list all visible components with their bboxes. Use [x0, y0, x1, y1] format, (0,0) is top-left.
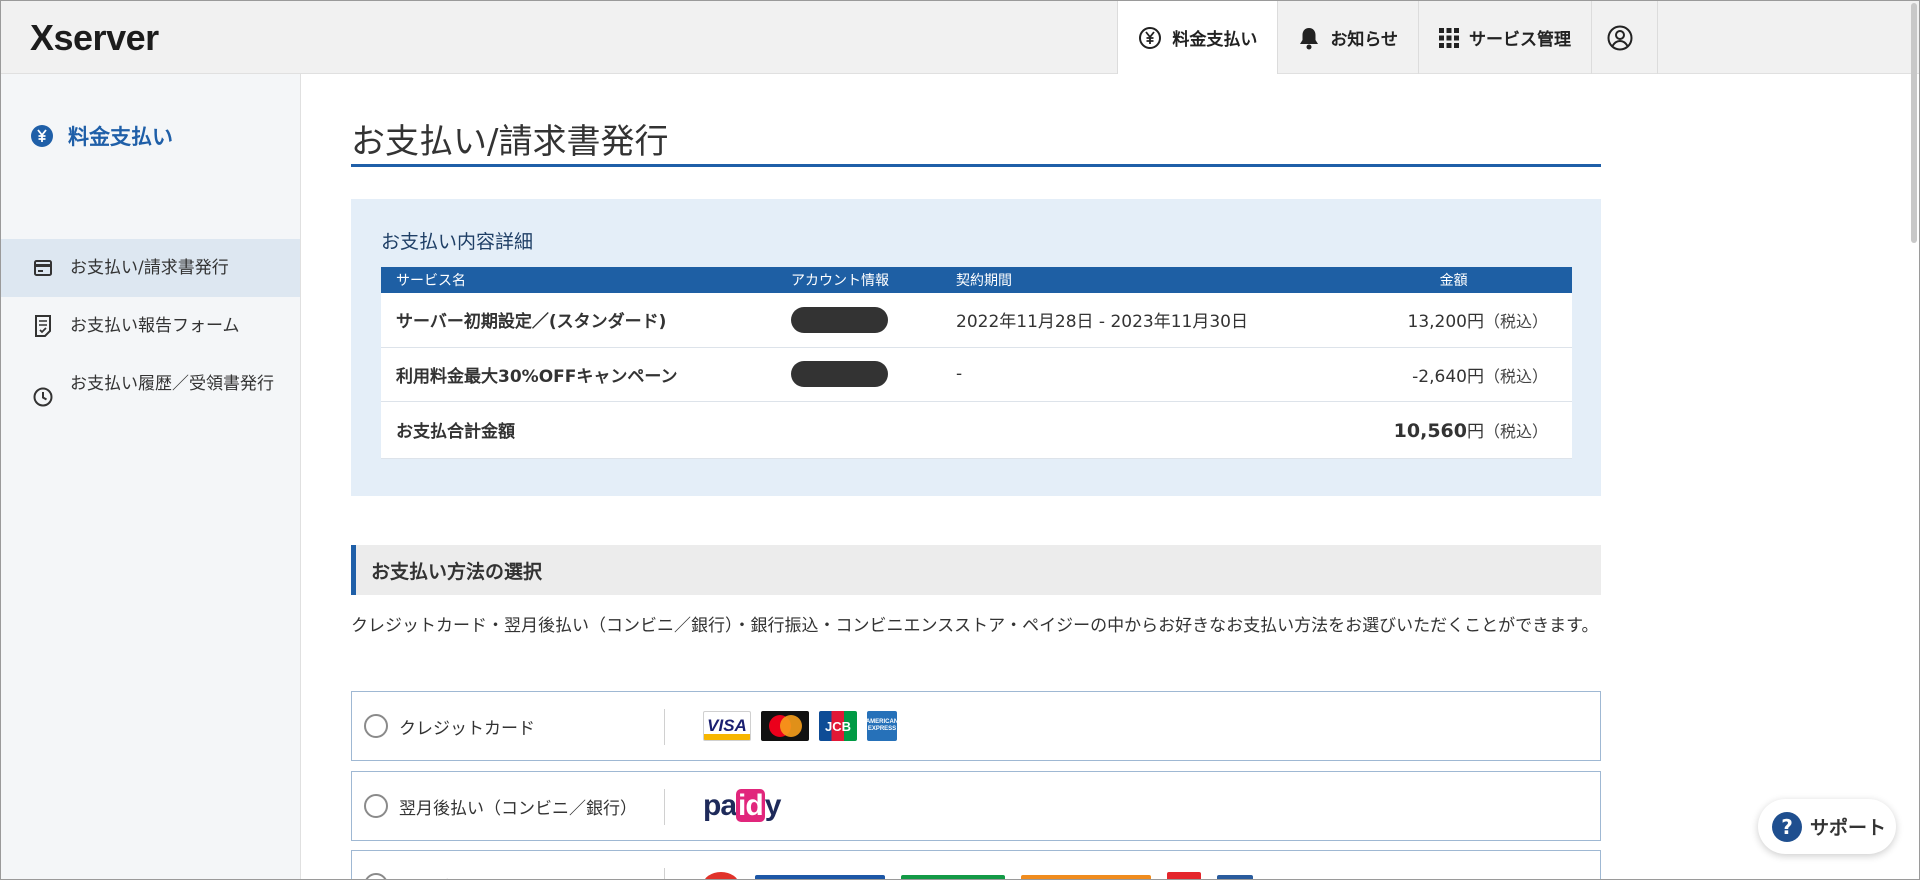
scrollbar-thumb[interactable]	[1911, 3, 1917, 243]
nav-spacer	[1657, 1, 1919, 74]
tax-note: （税込）	[1483, 312, 1548, 332]
sidebar-item-payment-invoice[interactable]: お支払い/請求書発行	[1, 239, 300, 297]
col-account: アカウント情報	[776, 267, 941, 293]
total-amount-cell: 10,560円（税込）	[1335, 401, 1572, 459]
help-icon: ?	[1772, 811, 1802, 842]
support-button[interactable]: ? サポート	[1758, 799, 1896, 854]
nav-billing[interactable]: 料金支払い	[1117, 1, 1278, 74]
paidy-logo-part: id	[736, 789, 765, 822]
top-header: Xserver 料金支払い お知らせ サービス管理	[1, 1, 1919, 74]
col-service: サービス名	[381, 267, 776, 293]
paidy-logo-part: y	[764, 789, 782, 822]
main-content: お支払い/請求書発行 お支払い内容詳細 サービス名 アカウント情報 契約期間 金…	[301, 74, 1919, 880]
jcb-logo: JCB	[819, 711, 857, 741]
total-label: お支払合計金額	[381, 401, 776, 459]
lawson-logo	[755, 875, 885, 879]
nav-user-menu[interactable]	[1591, 1, 1657, 74]
sidebar: 料金支払い お支払い/請求書発行 お支払い報告フォーム お支払い履歴／受領書発行	[1, 74, 301, 879]
amount-cell: 13,200円（税込）	[1335, 293, 1572, 348]
payment-option-paidy[interactable]: 翌月後払い（コンビニ／銀行） paidy	[351, 771, 1601, 841]
sidebar-item-label: お支払い報告フォーム	[70, 316, 240, 336]
card-icon	[32, 255, 54, 281]
account-info	[776, 293, 941, 348]
table-row: 利用料金最大30%OFFキャンペーン - -2,640円（税込）	[381, 347, 1572, 402]
sidebar-item-payment-report[interactable]: お支払い報告フォーム	[1, 302, 300, 350]
table-header-row: サービス名 アカウント情報 契約期間 金額	[381, 267, 1572, 293]
total-row: お支払合計金額 10,560円（税込）	[381, 401, 1572, 459]
payment-method-heading: お支払い方法の選択	[351, 545, 1601, 595]
empty-cell	[776, 401, 941, 459]
scrollbar[interactable]	[1909, 3, 1917, 879]
yen-circle-icon	[1139, 26, 1162, 49]
nav-notices-label: お知らせ	[1330, 30, 1398, 50]
amount: -2,640円	[1412, 366, 1484, 387]
sidebar-title: 料金支払い	[1, 74, 300, 166]
total-unit: 円	[1466, 422, 1484, 442]
nav-billing-label: 料金支払い	[1172, 30, 1258, 50]
user-circle-icon	[1607, 25, 1632, 50]
card-brand-logos: VISA JCB AMERICAN EXPRESS	[703, 692, 907, 760]
paidy-logo-part: pa	[703, 789, 737, 822]
payment-method-description: クレジットカード・翌月後払い（コンビニ／銀行）・銀行振込・コンビニエンスストア・…	[351, 616, 1599, 636]
payment-option-convenience-store[interactable]: コンビニエンスストア	[351, 850, 1601, 880]
sidebar-item-label: お支払い/請求書発行	[70, 258, 229, 278]
browser-frame: Xserver 料金支払い お知らせ サービス管理 料金支払い お支払い/請求書…	[0, 0, 1920, 880]
yen-circle-filled-icon	[31, 125, 53, 147]
table-row: サーバー初期設定／(スタンダード) 2022年11月28日 - 2023年11月…	[381, 293, 1572, 348]
amount: 13,200円	[1407, 312, 1484, 333]
nav-service-management[interactable]: サービス管理	[1418, 1, 1591, 74]
redacted-account	[791, 361, 888, 387]
convenience-store-logos	[703, 851, 1269, 879]
paidy-logo-wrap: paidy	[703, 772, 782, 840]
payment-detail-title: お支払い内容詳細	[381, 231, 534, 253]
report-check-icon	[32, 313, 54, 339]
nav-service-management-label: サービス管理	[1469, 30, 1571, 50]
account-info	[776, 347, 941, 402]
bell-icon	[1300, 27, 1319, 49]
payment-detail-panel: お支払い内容詳細 サービス名 アカウント情報 契約期間 金額 サーバー初期設定／…	[351, 199, 1601, 496]
divider	[664, 709, 665, 745]
familymart-logo	[901, 875, 1005, 879]
clock-icon	[32, 371, 54, 423]
sidebar-item-payment-history[interactable]: お支払い履歴／受領書発行	[1, 359, 300, 435]
page-title: お支払い/請求書発行	[351, 114, 1601, 167]
empty-cell	[941, 401, 1336, 459]
mastercard-logo	[761, 711, 809, 741]
xserver-logo[interactable]: Xserver	[30, 17, 159, 59]
service-name: 利用料金最大30%OFFキャンペーン	[381, 347, 776, 402]
contract-period: 2022年11月28日 - 2023年11月30日	[941, 293, 1336, 348]
radio-credit-card[interactable]	[364, 714, 388, 738]
col-period: 契約期間	[941, 267, 1336, 293]
sidebar-item-label: お支払い履歴／受領書発行	[70, 374, 274, 394]
divider	[664, 868, 665, 879]
tax-note: （税込）	[1483, 422, 1548, 441]
seicomart-logo	[1167, 872, 1201, 879]
payment-option-credit-card[interactable]: クレジットカード VISA JCB AMERICAN EXPRESS	[351, 691, 1601, 761]
option-label: コンビニエンスストア	[399, 851, 569, 880]
service-name: サーバー初期設定／(スタンダード)	[381, 293, 776, 348]
support-label: サポート	[1810, 817, 1887, 839]
divider	[664, 789, 665, 825]
radio-paidy[interactable]	[364, 794, 388, 818]
redacted-account	[791, 306, 888, 333]
grid-icon	[1439, 27, 1459, 48]
option-label: クレジットカード	[399, 718, 535, 739]
seven-eleven-logo	[703, 872, 739, 879]
amex-logo: AMERICAN EXPRESS	[866, 711, 898, 741]
amount-cell: -2,640円（税込）	[1335, 347, 1572, 402]
top-nav: 料金支払い お知らせ サービス管理	[1117, 1, 1919, 74]
payment-detail-table: サービス名 アカウント情報 契約期間 金額 サーバー初期設定／(スタンダード) …	[381, 267, 1572, 459]
total-amount: 10,560	[1393, 420, 1467, 442]
contract-period: -	[941, 347, 1336, 402]
radio-convenience-store[interactable]	[364, 873, 388, 879]
paidy-logo: paidy	[703, 789, 782, 823]
visa-logo: VISA	[703, 711, 751, 741]
option-label: 翌月後払い（コンビニ／銀行）	[399, 798, 637, 819]
col-amount: 金額	[1335, 267, 1572, 293]
daily-logo	[1217, 875, 1253, 879]
nav-notices[interactable]: お知らせ	[1277, 1, 1418, 74]
ministop-logo	[1021, 875, 1151, 879]
tax-note: （税込）	[1483, 366, 1548, 386]
sidebar-title-label: 料金支払い	[68, 125, 173, 149]
